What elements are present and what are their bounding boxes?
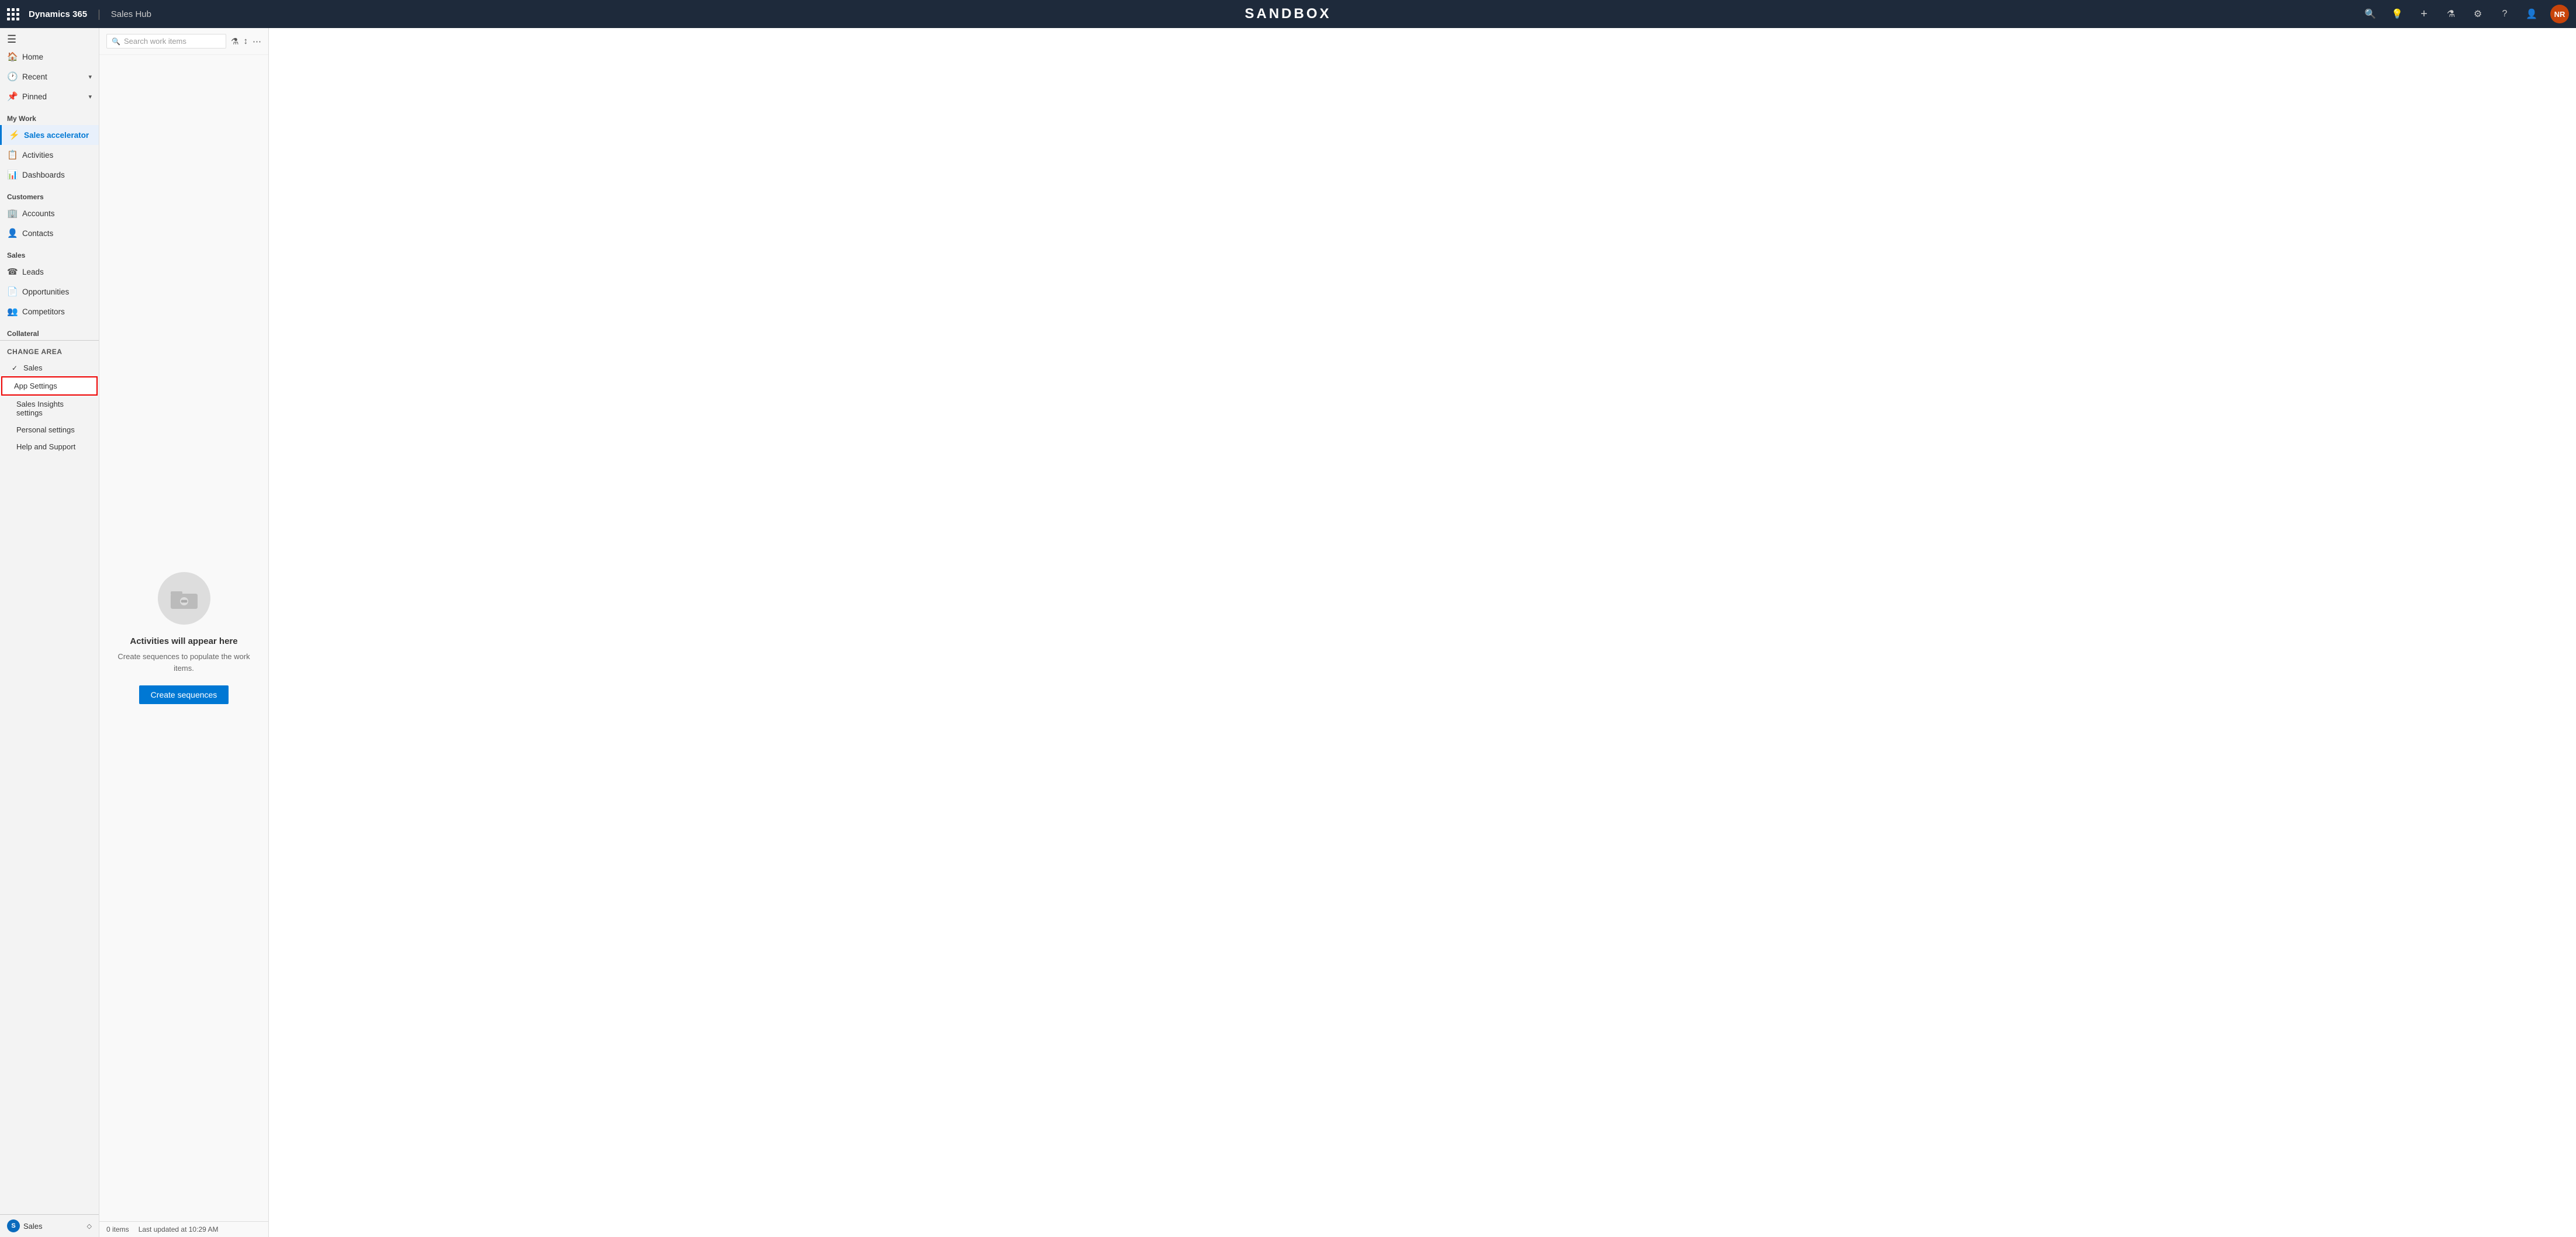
sidebar-item-sales-area[interactable]: ✓ Sales: [0, 359, 99, 376]
footer-icon: S: [7, 1219, 20, 1232]
folder-icon: [170, 587, 199, 610]
user-avatar[interactable]: NR: [2550, 5, 2569, 23]
filter-icon[interactable]: ⚗: [2443, 6, 2459, 22]
opportunities-icon: 📄: [7, 286, 18, 297]
diamond-icon: ◇: [87, 1222, 92, 1230]
competitors-icon: 👥: [7, 306, 18, 317]
leads-icon: ☎: [7, 266, 18, 277]
sidebar-item-label: Competitors: [22, 307, 65, 316]
home-icon: 🏠: [7, 51, 18, 62]
sidebar-item-label: Pinned: [22, 92, 47, 101]
work-items-panel: 🔍 Search work items ⚗ ↕ ⋯ Activities wil…: [99, 28, 269, 1237]
nav-divider: |: [98, 8, 101, 20]
top-nav-left: Dynamics 365 | Sales Hub: [7, 8, 151, 20]
contacts-icon: 👤: [7, 228, 18, 238]
personal-settings-label: Personal settings: [16, 425, 75, 434]
sidebar-item-sales-accelerator[interactable]: ⚡ Sales accelerator: [0, 125, 99, 145]
empty-state-description: Create sequences to populate the work it…: [111, 651, 257, 674]
activities-icon: 📋: [7, 150, 18, 160]
lightning-icon: ⚡: [9, 130, 19, 140]
empty-state-title: Activities will appear here: [130, 636, 237, 646]
section-sales: Sales: [0, 243, 99, 262]
sidebar-item-label: Sales accelerator: [24, 131, 89, 140]
plus-icon[interactable]: +: [2416, 6, 2432, 22]
app-name[interactable]: Sales Hub: [111, 9, 151, 19]
sidebar-item-label: Activities: [22, 151, 53, 160]
sidebar-item-app-settings[interactable]: App Settings: [1, 376, 98, 396]
sidebar-item-help-and-support[interactable]: Help and Support: [0, 438, 99, 455]
empty-icon-circle: [158, 572, 210, 625]
user-icon[interactable]: 👤: [2523, 6, 2540, 22]
sidebar-item-label: Leads: [22, 268, 44, 276]
footer-label: Sales: [23, 1222, 84, 1231]
empty-state: Activities will appear here Create seque…: [99, 55, 268, 1221]
change-area-header: Change area: [0, 344, 99, 359]
work-items-toolbar: 🔍 Search work items ⚗ ↕ ⋯: [99, 28, 268, 55]
hamburger-button[interactable]: ☰: [7, 34, 16, 44]
search-icon[interactable]: 🔍: [2362, 6, 2378, 22]
sidebar-item-dashboards[interactable]: 📊 Dashboards: [0, 165, 99, 185]
filter-toolbar-icon[interactable]: ⚗: [231, 36, 238, 47]
recent-icon: 🕐: [7, 71, 18, 82]
lightbulb-icon[interactable]: 💡: [2389, 6, 2405, 22]
more-options-icon[interactable]: ⋯: [253, 36, 261, 47]
sort-icon[interactable]: ↕: [244, 36, 248, 46]
help-support-label: Help and Support: [16, 442, 75, 451]
pin-icon: 📌: [7, 91, 18, 102]
sidebar-navigation: 🏠 Home 🕐 Recent ▾ 📌 Pinned ▾ My Work ⚡ S…: [0, 47, 99, 1214]
search-work-items[interactable]: 🔍 Search work items: [106, 34, 226, 48]
chevron-down-icon: ▾: [88, 73, 92, 81]
chevron-down-icon: ▾: [88, 93, 92, 101]
help-icon[interactable]: ?: [2497, 6, 2513, 22]
check-icon: ✓: [12, 364, 20, 372]
top-nav: Dynamics 365 | Sales Hub SANDBOX 🔍 💡 + ⚗…: [0, 0, 2576, 28]
sidebar-item-home[interactable]: 🏠 Home: [0, 47, 99, 67]
sidebar-item-activities[interactable]: 📋 Activities: [0, 145, 99, 165]
sidebar-item-contacts[interactable]: 👤 Contacts: [0, 223, 99, 243]
section-customers: Customers: [0, 185, 99, 203]
waffle-menu[interactable]: [7, 8, 19, 20]
sandbox-title: SANDBOX: [1244, 6, 1331, 22]
dashboard-icon: 📊: [7, 169, 18, 180]
create-sequences-button[interactable]: Create sequences: [139, 685, 229, 704]
sidebar-item-label: Contacts: [22, 229, 53, 238]
item-count: 0 items: [106, 1225, 129, 1233]
sidebar-item-leads[interactable]: ☎ Leads: [0, 262, 99, 282]
section-collateral: Collateral: [0, 321, 99, 340]
sidebar-item-accounts[interactable]: 🏢 Accounts: [0, 203, 99, 223]
sidebar-footer[interactable]: S Sales ◇: [0, 1214, 99, 1237]
settings-icon[interactable]: ⚙: [2470, 6, 2486, 22]
search-icon: 🔍: [112, 37, 120, 46]
accounts-icon: 🏢: [7, 208, 18, 219]
sidebar-item-pinned[interactable]: 📌 Pinned ▾: [0, 86, 99, 106]
sidebar-item-label: Opportunities: [22, 287, 69, 296]
sales-area-label: Sales: [23, 363, 43, 372]
sidebar-item-label: Accounts: [22, 209, 55, 218]
sidebar-header: ☰: [0, 28, 99, 47]
app-layout: ☰ 🏠 Home 🕐 Recent ▾ 📌 Pinned ▾ My Work ⚡: [0, 28, 2576, 1237]
top-nav-right: 🔍 💡 + ⚗ ⚙ ? 👤 NR: [2362, 5, 2569, 23]
sidebar-item-label: Recent: [22, 72, 47, 81]
sidebar-item-opportunities[interactable]: 📄 Opportunities: [0, 282, 99, 302]
app-settings-label: App Settings: [14, 382, 57, 390]
section-my-work: My Work: [0, 106, 99, 125]
change-area-section: Change area ✓ Sales App Settings Sales I…: [0, 340, 99, 455]
sidebar-item-sales-insights-settings[interactable]: Sales Insights settings: [0, 396, 99, 421]
sidebar-item-personal-settings[interactable]: Personal settings: [0, 421, 99, 438]
sidebar-item-label: Dashboards: [22, 171, 65, 179]
search-placeholder: Search work items: [124, 37, 186, 46]
sidebar: ☰ 🏠 Home 🕐 Recent ▾ 📌 Pinned ▾ My Work ⚡: [0, 28, 99, 1237]
sidebar-item-competitors[interactable]: 👥 Competitors: [0, 302, 99, 321]
right-panel: [269, 28, 2576, 1237]
status-bar: 0 items Last updated at 10:29 AM: [99, 1221, 268, 1237]
sidebar-item-recent[interactable]: 🕐 Recent ▾: [0, 67, 99, 86]
brand-name[interactable]: Dynamics 365: [29, 9, 87, 19]
last-updated: Last updated at 10:29 AM: [139, 1225, 219, 1233]
sidebar-item-label: Home: [22, 53, 43, 61]
sales-insights-label: Sales Insights settings: [16, 400, 92, 417]
